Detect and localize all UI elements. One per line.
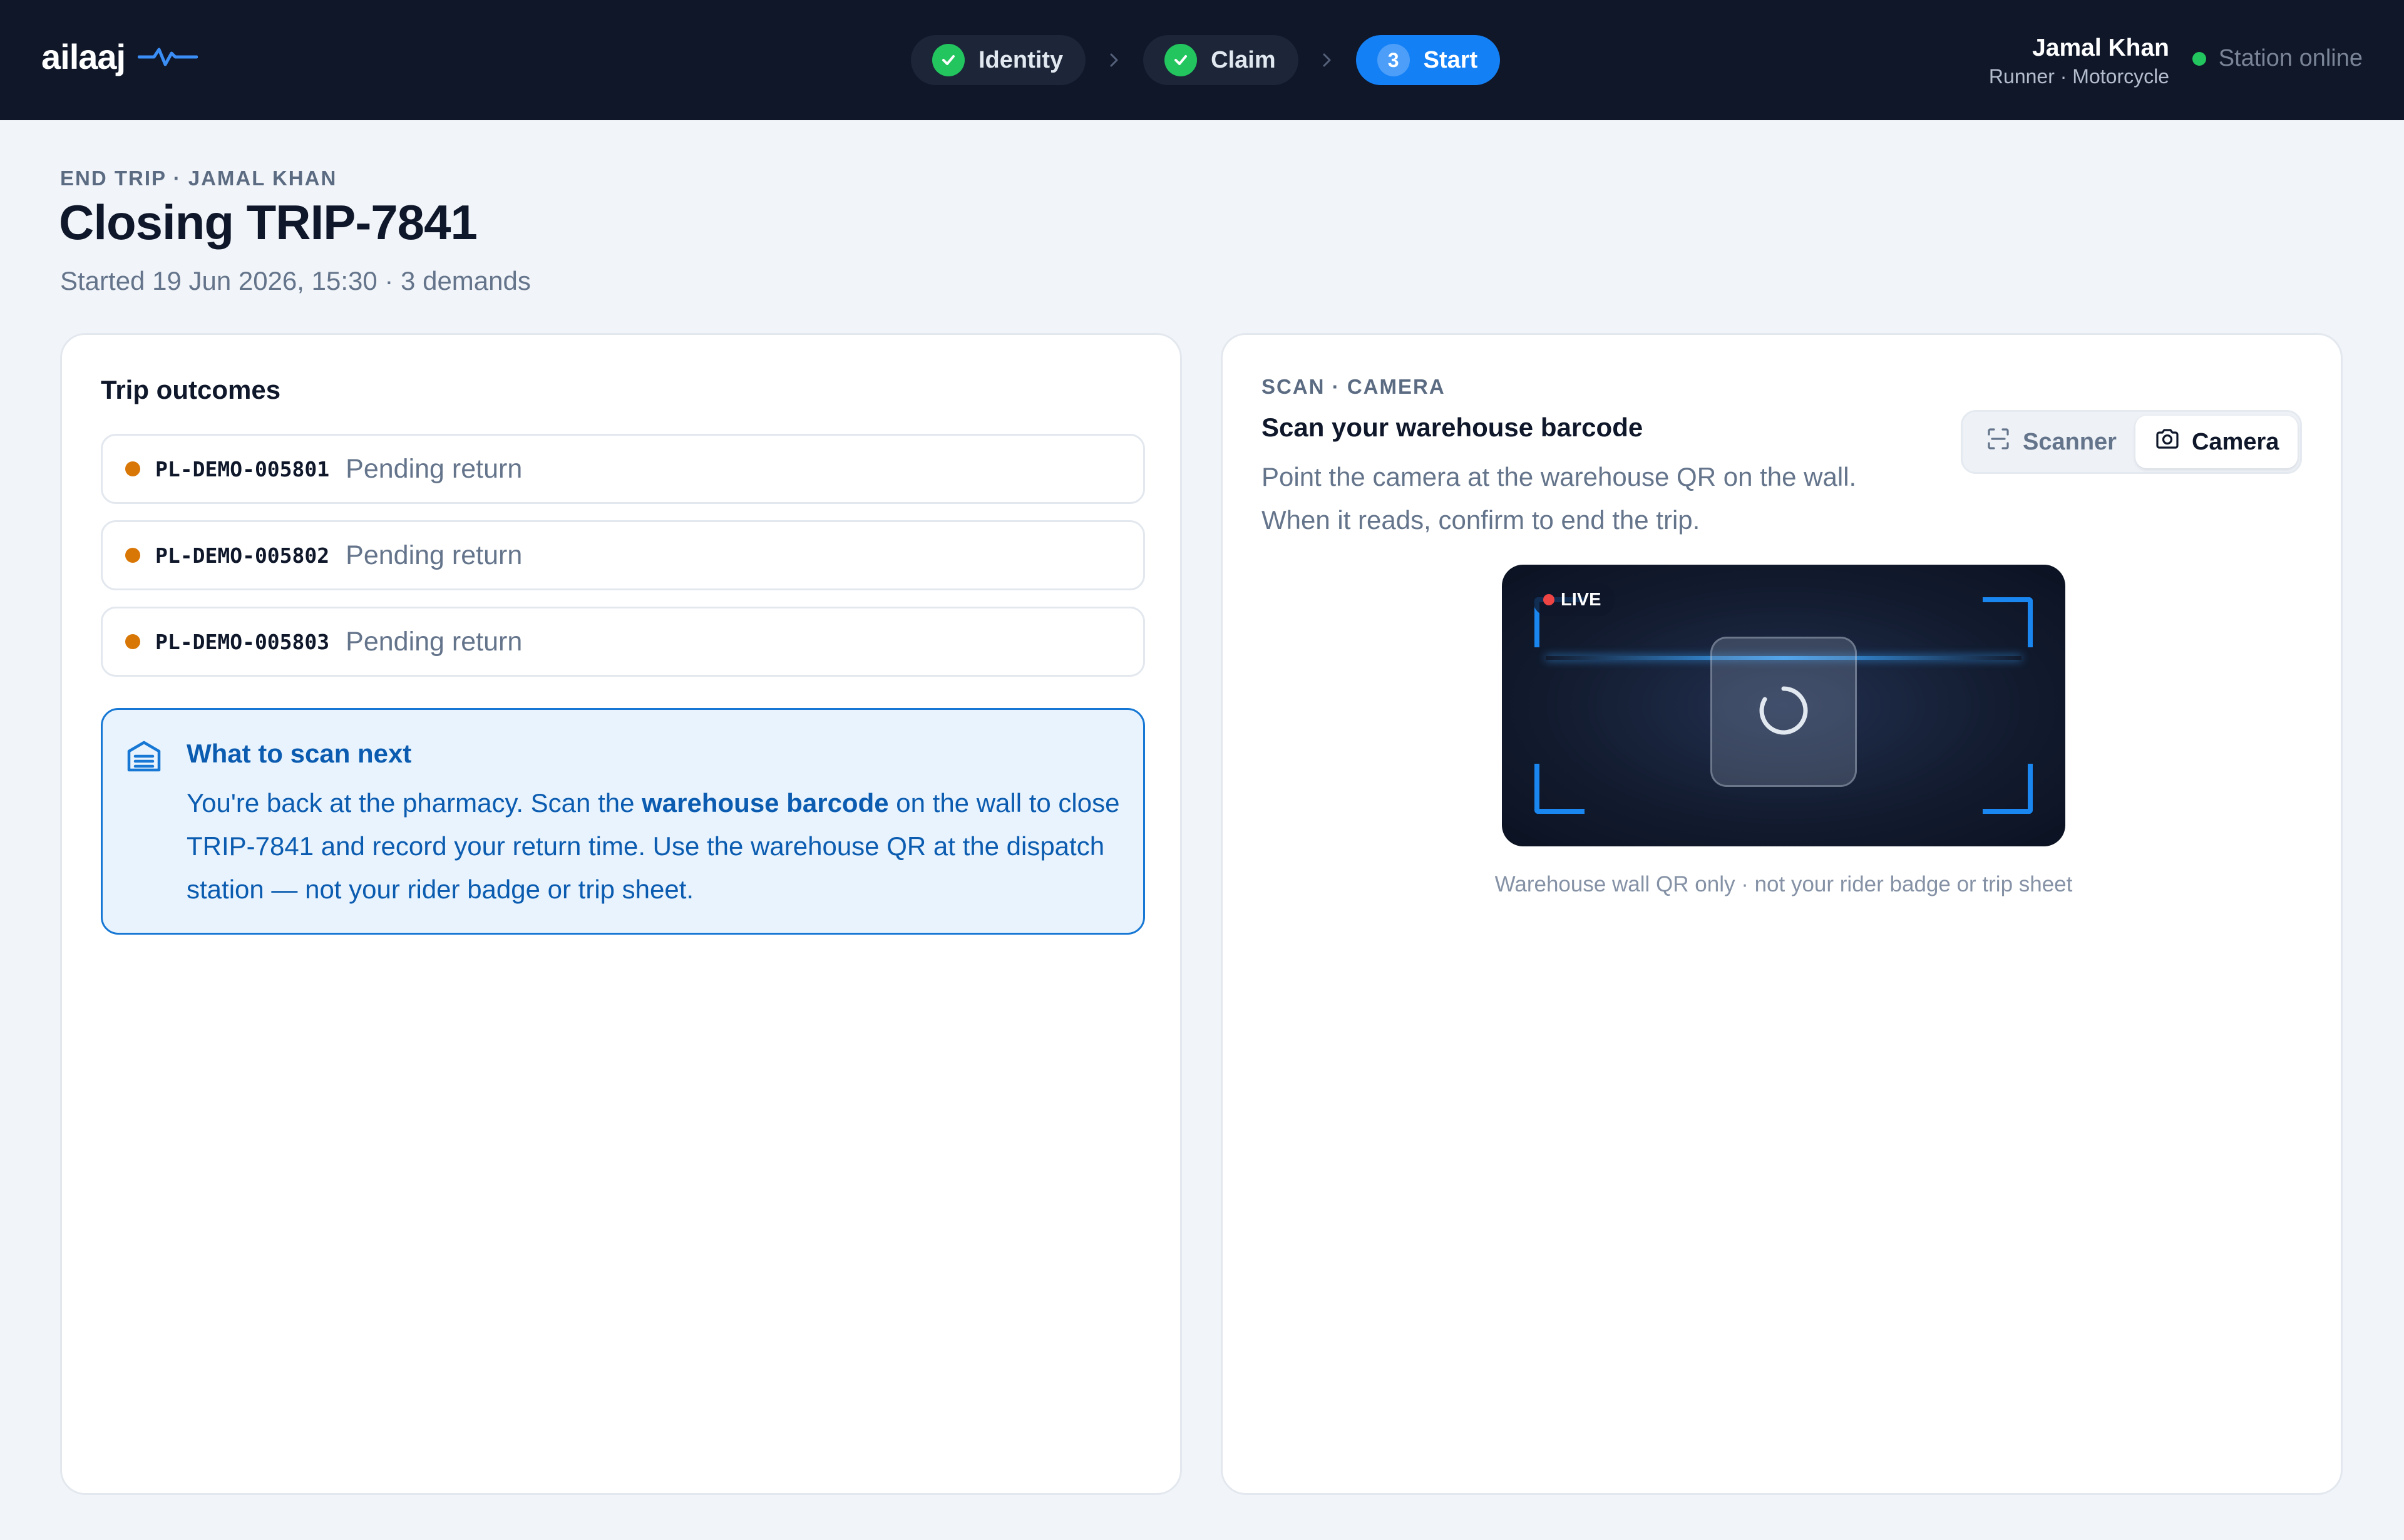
status-dot-icon <box>2192 51 2206 66</box>
page-eyebrow: END TRIP · JAMAL KHAN <box>60 167 337 190</box>
scanner-icon <box>1985 426 2011 458</box>
trip-outcomes-heading: Trip outcomes <box>101 375 281 404</box>
outcome-row[interactable]: PL-DEMO-005803 Pending return <box>101 607 1145 677</box>
heartbeat-icon <box>138 44 198 69</box>
scan-next-hint: What to scan next You're back at the pha… <box>101 708 1145 935</box>
warehouse-icon <box>125 737 163 778</box>
step-claim[interactable]: Claim <box>1143 35 1298 85</box>
pending-status-dot <box>125 461 140 476</box>
camera-mode-button[interactable]: Camera <box>2135 416 2298 468</box>
brand-name: ailaaj <box>41 37 126 76</box>
camera-mode-label: Camera <box>2191 428 2279 455</box>
loading-tile <box>1710 637 1857 787</box>
demand-status: Pending return <box>346 453 523 484</box>
step-number: 3 <box>1377 44 1410 76</box>
station-status-label: Station online <box>2218 45 2363 71</box>
scan-description-line: When it reads, confirm to end the trip. <box>1261 505 1700 535</box>
scan-eyebrow: SCAN · CAMERA <box>1261 375 1446 398</box>
viewfinder-corner <box>1983 764 2033 814</box>
scan-description-line: Point the camera at the warehouse QR on … <box>1261 462 1857 491</box>
demand-id: PL-DEMO-005802 <box>155 543 330 568</box>
outcome-row[interactable]: PL-DEMO-005801 Pending return <box>101 434 1145 504</box>
camera-viewfinder[interactable]: LIVE <box>1502 565 2065 846</box>
pending-status-dot <box>125 548 140 563</box>
loading-spinner-icon <box>1755 682 1812 742</box>
trip-outcomes-card: Trip outcomes PL-DEMO-005801 Pending ret… <box>60 333 1182 1495</box>
user-info[interactable]: Jamal Khan Runner · Motorcycle <box>1989 33 2169 89</box>
step-label: Start <box>1423 46 1478 73</box>
step-identity[interactable]: Identity <box>911 35 1086 85</box>
chevron-right-icon <box>1298 51 1356 69</box>
scan-caption: Warehouse wall QR only · not your rider … <box>1494 872 2073 896</box>
live-label: LIVE <box>1561 589 1601 610</box>
progress-stepper: Identity Claim 3 Start <box>911 35 1501 85</box>
page-subtitle: Started 19 Jun 2026, 15:30 · 3 demands <box>60 266 531 295</box>
check-icon <box>1164 44 1198 76</box>
brand-logo[interactable]: ailaaj <box>41 36 198 77</box>
hint-title: What to scan next <box>187 739 412 768</box>
demand-status: Pending return <box>346 626 523 657</box>
camera-icon <box>2154 426 2181 458</box>
viewfinder-corner <box>1534 764 1585 814</box>
user-name: Jamal Khan <box>2032 34 2169 61</box>
chevron-right-icon <box>1086 51 1143 69</box>
demand-id: PL-DEMO-005801 <box>155 456 330 481</box>
scan-mode-toggle: Scanner Camera <box>1961 410 2302 474</box>
check-icon <box>932 44 965 76</box>
step-label: Identity <box>979 46 1064 73</box>
demand-id: PL-DEMO-005803 <box>155 629 330 654</box>
step-start[interactable]: 3 Start <box>1355 35 1501 85</box>
scanner-mode-label: Scanner <box>2023 428 2117 455</box>
live-badge: LIVE <box>1533 583 1615 616</box>
demand-status: Pending return <box>346 540 523 570</box>
hint-body-text: You're back at the pharmacy. Scan the <box>187 788 642 818</box>
page-title: Closing TRIP-7841 <box>59 195 478 250</box>
pending-status-dot <box>125 634 140 649</box>
live-dot-icon <box>1543 594 1554 605</box>
scanner-mode-button[interactable]: Scanner <box>1966 416 2135 468</box>
scan-title: Scan your warehouse barcode <box>1261 413 1643 442</box>
user-role: Runner · Motorcycle <box>1988 65 2169 88</box>
hint-body: You're back at the pharmacy. Scan the wa… <box>187 781 1126 911</box>
station-status: Station online <box>2192 45 2363 72</box>
top-bar: ailaaj Identity Claim 3 Start Jamal Khan… <box>0 0 2404 120</box>
viewfinder-corner <box>1983 597 2033 647</box>
step-label: Claim <box>1211 46 1276 73</box>
outcome-row[interactable]: PL-DEMO-005802 Pending return <box>101 520 1145 590</box>
hint-emphasis: warehouse barcode <box>642 788 889 818</box>
scan-description: Point the camera at the warehouse QR on … <box>1261 455 1963 542</box>
scan-card: SCAN · CAMERA Scan your warehouse barcod… <box>1221 333 2343 1495</box>
